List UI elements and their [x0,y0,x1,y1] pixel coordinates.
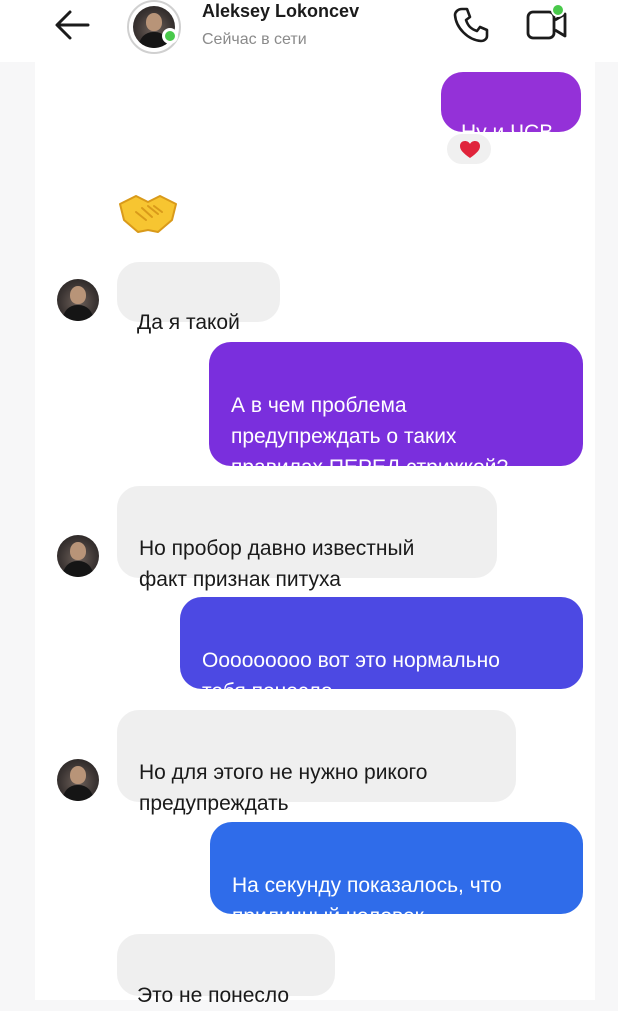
incoming-message-bubble[interactable]: Это не понесло [117,934,335,1007]
message-text: А в чем проблема предупреждать о таких п… [231,394,509,479]
contact-avatar-ring[interactable] [127,0,181,54]
sender-avatar[interactable] [57,279,99,321]
outgoing-message-bubble[interactable]: На секунду показалось, что приличный чел… [210,822,583,928]
handshake-icon[interactable] [118,190,178,238]
incoming-message-bubble[interactable]: Но для этого не нужно рикого предупрежда… [117,710,516,815]
online-indicator [162,28,178,44]
incoming-message-bubble[interactable]: Да я такой [117,262,280,334]
heart-icon [460,141,480,158]
phone-icon[interactable] [452,6,490,44]
contact-status: Сейчас в сети [202,31,307,48]
sender-avatar[interactable] [57,535,99,577]
message-text: Да я такой [137,311,240,334]
message-text: Это не понесло [137,984,290,1007]
incoming-message-bubble[interactable]: Но пробор давно известный факт признак п… [117,486,497,591]
contact-name[interactable]: Aleksey Lokoncev [202,1,359,22]
message-reaction[interactable] [445,132,493,166]
outgoing-message-bubble[interactable]: Ну и ЧСВ [441,72,581,144]
back-arrow-icon[interactable] [50,7,92,43]
video-active-indicator [551,3,565,17]
outgoing-message-bubble[interactable]: Ооооооооо вот это нормально тебя понесло [180,597,583,703]
outgoing-message-bubble[interactable]: А в чем проблема предупреждать о таких п… [209,342,583,479]
sender-avatar[interactable] [57,759,99,801]
chat-header: Aleksey Lokoncev Сейчас в сети [0,0,618,62]
